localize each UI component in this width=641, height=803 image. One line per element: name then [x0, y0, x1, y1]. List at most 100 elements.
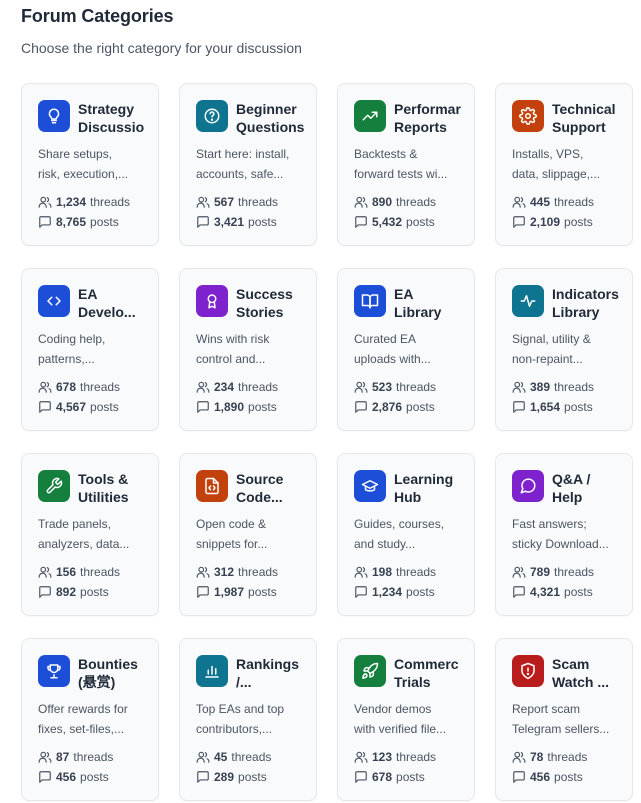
category-title[interactable]: Source Code...: [236, 470, 316, 506]
category-card-beginner-questions[interactable]: Beginner Questions Start here: install, …: [179, 83, 317, 246]
category-card-tools-utilities[interactable]: Tools & Utilities Trade panels, analyzer…: [21, 453, 159, 616]
category-card-ea-library[interactable]: EA Library Curated EA uploads with... 52…: [337, 268, 475, 431]
posts-count: 1,890: [214, 400, 245, 414]
threads-count: 389: [530, 380, 551, 394]
category-title-line-1: Q&A /: [552, 471, 591, 487]
category-description-line-2: analyzers, data...: [38, 537, 130, 551]
gear-icon: [519, 107, 537, 125]
activity-icon: [520, 295, 536, 307]
category-description-line-2: contributors,...: [196, 722, 273, 736]
category-card-ea-develo[interactable]: EA Develo... Coding help, patterns,... 6…: [21, 268, 159, 431]
posts-stat: 1,987 posts: [196, 584, 277, 600]
posts-count: 1,654: [530, 400, 561, 414]
category-title[interactable]: Q&A / Help: [552, 470, 632, 506]
category-title-line-1: Performar: [394, 101, 461, 117]
posts-count: 892: [56, 585, 77, 599]
threads-stat: 234 threads: [196, 379, 278, 395]
category-icon-box: [38, 285, 70, 317]
category-card-rankings[interactable]: Rankings /... Top EAs and top contributo…: [179, 638, 317, 801]
threads-label: threads: [396, 750, 437, 764]
category-title-line-1: Scam: [552, 656, 590, 672]
category-card-commerc-trials[interactable]: Commerc Trials Vendor demos with verifie…: [337, 638, 475, 801]
book-icon: [361, 294, 379, 309]
users-icon: [196, 751, 210, 763]
threads-stat: 389 threads: [512, 379, 594, 395]
category-card-bounties[interactable]: Bounties (悬赏) Offer rewards for fixes, s…: [21, 638, 159, 801]
category-icon-box: [196, 100, 228, 132]
category-icon-box: [512, 655, 544, 687]
category-title[interactable]: Learning Hub: [394, 470, 474, 506]
wrench-icon: [46, 477, 63, 494]
category-card-performar-reports[interactable]: Performar Reports Backtests & forward te…: [337, 83, 475, 246]
page-subtitle: Choose the right category for your discu…: [21, 40, 302, 56]
category-icon-box: [196, 285, 228, 317]
threads-count: 1,234: [56, 195, 87, 209]
category-title[interactable]: Success Stories: [236, 285, 316, 321]
category-title[interactable]: Strategy Discussio: [78, 100, 158, 136]
category-title[interactable]: Scam Watch ...: [552, 655, 632, 691]
category-description-line-1: Open code &: [196, 517, 267, 531]
code-icon: [47, 296, 61, 306]
threads-stat: 890 threads: [354, 194, 436, 210]
posts-count: 456: [530, 770, 551, 784]
category-card-source-code[interactable]: Source Code... Open code & snippets for.…: [179, 453, 317, 616]
threads-count: 156: [56, 565, 77, 579]
category-description-line-2: Telegram sellers...: [512, 722, 610, 736]
threads-label: threads: [231, 750, 272, 764]
posts-count: 678: [372, 770, 393, 784]
message-square-icon: [355, 401, 367, 413]
category-title[interactable]: Technical Support: [552, 100, 632, 136]
users-icon: [38, 751, 52, 763]
category-title[interactable]: Performar Reports: [394, 100, 474, 136]
lightbulb-icon: [48, 108, 60, 124]
category-description: Top EAs and top contributors,...: [196, 699, 308, 739]
posts-count: 2,109: [530, 215, 561, 229]
category-title[interactable]: Beginner Questions: [236, 100, 316, 136]
category-title[interactable]: EA Library: [394, 285, 474, 321]
category-title[interactable]: Tools & Utilities: [78, 470, 158, 506]
posts-label: posts: [248, 400, 277, 414]
file-code-icon: [205, 477, 219, 495]
category-description-line-2: data, slippage,...: [512, 167, 601, 181]
category-card-indicators-library[interactable]: Indicators Library Signal, utility & non…: [495, 268, 633, 431]
threads-count: 678: [56, 380, 77, 394]
category-card-scam-watch[interactable]: Scam Watch ... Report scam Telegram sell…: [495, 638, 633, 801]
category-description-line-1: Installs, VPS,: [512, 147, 584, 161]
category-title[interactable]: EA Develo...: [78, 285, 158, 321]
message-square-icon: [513, 216, 525, 228]
category-title[interactable]: Rankings /...: [236, 655, 316, 691]
threads-count: 234: [214, 380, 235, 394]
category-title-line-2: Library: [394, 304, 442, 320]
posts-stat: 8,765 posts: [38, 214, 119, 230]
category-title-line-1: Rankings: [236, 656, 300, 672]
category-description-line-1: Curated EA: [354, 332, 417, 346]
category-icon-box: [354, 655, 386, 687]
category-description: Curated EA uploads with...: [354, 329, 466, 369]
category-card-q-a-help[interactable]: Q&A / Help Fast answers; sticky Download…: [495, 453, 633, 616]
category-card-technical-support[interactable]: Technical Support Installs, VPS, data, s…: [495, 83, 633, 246]
category-title-line-2: Reports: [394, 119, 447, 135]
posts-stat: 289 posts: [196, 769, 267, 785]
threads-label: threads: [73, 750, 114, 764]
posts-stat: 4,567 posts: [38, 399, 119, 415]
threads-stat: 567 threads: [196, 194, 278, 210]
category-card-strategy-discussio[interactable]: Strategy Discussio Share setups, risk, e…: [21, 83, 159, 246]
posts-stat: 3,421 posts: [196, 214, 277, 230]
category-card-learning-hub[interactable]: Learning Hub Guides, courses, and study.…: [337, 453, 475, 616]
posts-count: 5,432: [372, 215, 403, 229]
category-title[interactable]: Indicators Library: [552, 285, 632, 321]
category-title-line-2: /...: [236, 674, 252, 690]
category-description-line-2: patterns,...: [38, 352, 95, 366]
users-icon: [38, 381, 52, 393]
posts-label: posts: [248, 585, 277, 599]
category-title[interactable]: Bounties (悬赏): [78, 655, 158, 691]
category-description-line-1: Signal, utility &: [512, 332, 591, 346]
threads-label: threads: [547, 750, 588, 764]
question-circle-icon: [204, 108, 220, 124]
posts-count: 8,765: [56, 215, 87, 229]
category-title-line-2: Watch ...: [552, 674, 610, 690]
category-title-line-1: EA: [78, 286, 98, 302]
threads-count: 78: [530, 750, 544, 764]
category-title[interactable]: Commerc Trials: [394, 655, 474, 691]
category-card-success-stories[interactable]: Success Stories Wins with risk control a…: [179, 268, 317, 431]
